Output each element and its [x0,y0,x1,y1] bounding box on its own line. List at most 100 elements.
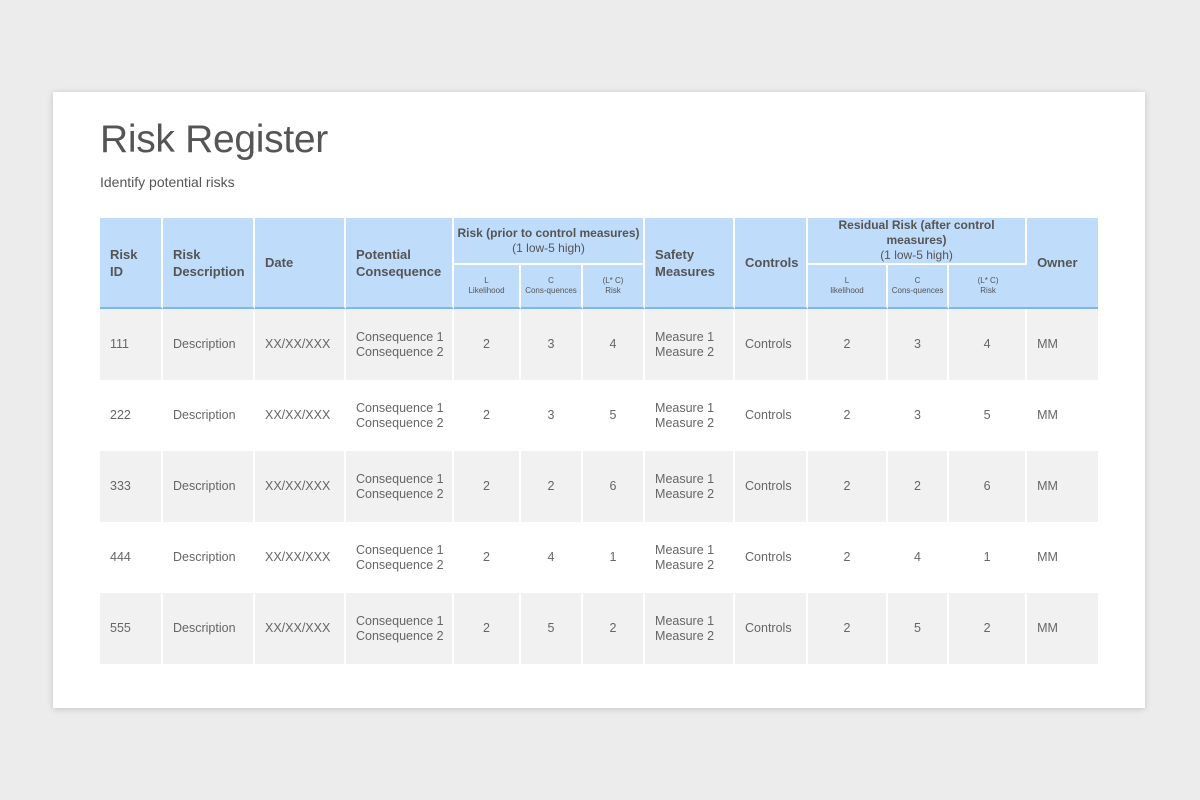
header-controls[interactable]: Controls [735,218,809,309]
cell-controls: Controls [735,309,809,380]
header-owner[interactable]: Owner [1027,218,1099,309]
cell-risk-id: 333 [100,451,163,522]
table-row[interactable]: 555 Description XX/XX/XXX Consequence 1 … [100,593,1099,664]
table-row[interactable]: 333 Description XX/XX/XXX Consequence 1 … [100,451,1099,522]
header-risk-group: Risk (prior to control measures) (1 low-… [454,218,646,265]
header-risk[interactable]: (L* C) Risk [583,265,646,309]
header-likelihood-label: Likelihood [468,286,505,295]
cell-consequences: 3 [521,309,583,380]
header-likelihood-letter: L [484,276,489,285]
header-safety-measures[interactable]: Safety Measures [645,218,736,309]
cell-consequences: 5 [521,593,583,664]
measure-1: Measure 1 [655,613,715,628]
cell-safety-measures: Measure 1 Measure 2 [645,593,736,664]
header-date[interactable]: Date [255,218,346,309]
cell-date: XX/XX/XXX [255,451,346,522]
cell-safety-measures: Measure 1 Measure 2 [645,451,736,522]
cell-consequence: Consequence 1 Consequence 2 [346,522,454,593]
cell-likelihood: 2 [454,309,521,380]
consequence-2: Consequence 2 [356,557,444,572]
risk-group-subtitle: (1 low-5 high) [512,240,585,255]
cell-residual-risk: 1 [949,522,1028,593]
cell-risk: 2 [583,593,646,664]
measure-1: Measure 1 [655,471,715,486]
page-subtitle: Identify potential risks [100,174,235,190]
header-residual-group: Residual Risk (after control measures) (… [808,218,1028,265]
header-residual-consequences-label: Cons-quences [891,286,944,295]
measure-2: Measure 2 [655,628,715,643]
cell-description: Description [163,522,255,593]
cell-likelihood: 2 [454,522,521,593]
cell-date: XX/XX/XXX [255,593,346,664]
cell-controls: Controls [735,451,809,522]
cell-consequence: Consequence 1 Consequence 2 [346,380,454,451]
cell-consequence: Consequence 1 Consequence 2 [346,309,454,380]
cell-risk-id: 555 [100,593,163,664]
cell-owner: MM [1027,451,1099,522]
header-residual-consequences[interactable]: C Cons-quences [888,265,950,309]
table-row[interactable]: 444 Description XX/XX/XXX Consequence 1 … [100,522,1099,593]
cell-safety-measures: Measure 1 Measure 2 [645,522,736,593]
cell-controls: Controls [735,522,809,593]
header-consequences[interactable]: C Cons-quences [521,265,583,309]
cell-risk: 1 [583,522,646,593]
cell-risk-id: 444 [100,522,163,593]
risk-group-title: Risk (prior to control measures) [457,225,640,240]
consequence-2: Consequence 2 [356,628,444,643]
cell-residual-consequences: 4 [888,522,950,593]
header-potential-consequence[interactable]: Potential Consequence [346,218,454,309]
cell-controls: Controls [735,380,809,451]
header-residual-likelihood[interactable]: L likelihood [808,265,889,309]
cell-consequence: Consequence 1 Consequence 2 [346,451,454,522]
header-residual-likelihood-label: likelihood [830,286,864,295]
measure-1: Measure 1 [655,329,715,344]
cell-residual-likelihood: 2 [808,309,889,380]
header-residual-risk[interactable]: (L* C) Risk [949,265,1028,309]
cell-owner: MM [1027,522,1099,593]
header-risk-letter: (L* C) [602,276,624,285]
header-consequences-label: Cons-quences [525,286,577,295]
header-residual-risk-letter: (L* C) [977,276,999,285]
cell-residual-likelihood: 2 [808,380,889,451]
cell-residual-risk: 2 [949,593,1028,664]
header-residual-consequences-letter: C [914,276,921,285]
cell-risk-id: 111 [100,309,163,380]
measure-2: Measure 2 [655,486,715,501]
cell-description: Description [163,451,255,522]
cell-residual-risk: 4 [949,309,1028,380]
cell-risk-id: 222 [100,380,163,451]
cell-residual-consequences: 5 [888,593,950,664]
header-residual-likelihood-letter: L [844,276,850,285]
cell-residual-likelihood: 2 [808,593,889,664]
cell-risk: 4 [583,309,646,380]
risk-register-table: Risk ID Risk Description Date Potential … [100,218,1099,664]
consequence-1: Consequence 1 [356,471,444,486]
cell-residual-consequences: 3 [888,309,950,380]
measure-1: Measure 1 [655,400,715,415]
header-risk-description[interactable]: Risk Description [163,218,255,309]
cell-likelihood: 2 [454,593,521,664]
table-row[interactable]: 222 Description XX/XX/XXX Consequence 1 … [100,380,1099,451]
header-likelihood[interactable]: L Likelihood [454,265,521,309]
residual-group-subtitle: (1 low-5 high) [880,248,953,262]
consequence-2: Consequence 2 [356,415,444,430]
cell-date: XX/XX/XXX [255,309,346,380]
consequence-1: Consequence 1 [356,542,444,557]
measure-1: Measure 1 [655,542,715,557]
cell-controls: Controls [735,593,809,664]
header-consequences-letter: C [548,276,554,285]
cell-likelihood: 2 [454,451,521,522]
cell-residual-consequences: 3 [888,380,950,451]
cell-consequences: 2 [521,451,583,522]
cell-residual-likelihood: 2 [808,522,889,593]
cell-consequences: 3 [521,380,583,451]
header-risk-id[interactable]: Risk ID [100,218,163,309]
page-title: Risk Register [100,118,328,161]
cell-owner: MM [1027,593,1099,664]
table-row[interactable]: 111 Description XX/XX/XXX Consequence 1 … [100,309,1099,380]
consequence-1: Consequence 1 [356,329,444,344]
cell-safety-measures: Measure 1 Measure 2 [645,380,736,451]
cell-date: XX/XX/XXX [255,522,346,593]
measure-2: Measure 2 [655,344,715,359]
cell-safety-measures: Measure 1 Measure 2 [645,309,736,380]
